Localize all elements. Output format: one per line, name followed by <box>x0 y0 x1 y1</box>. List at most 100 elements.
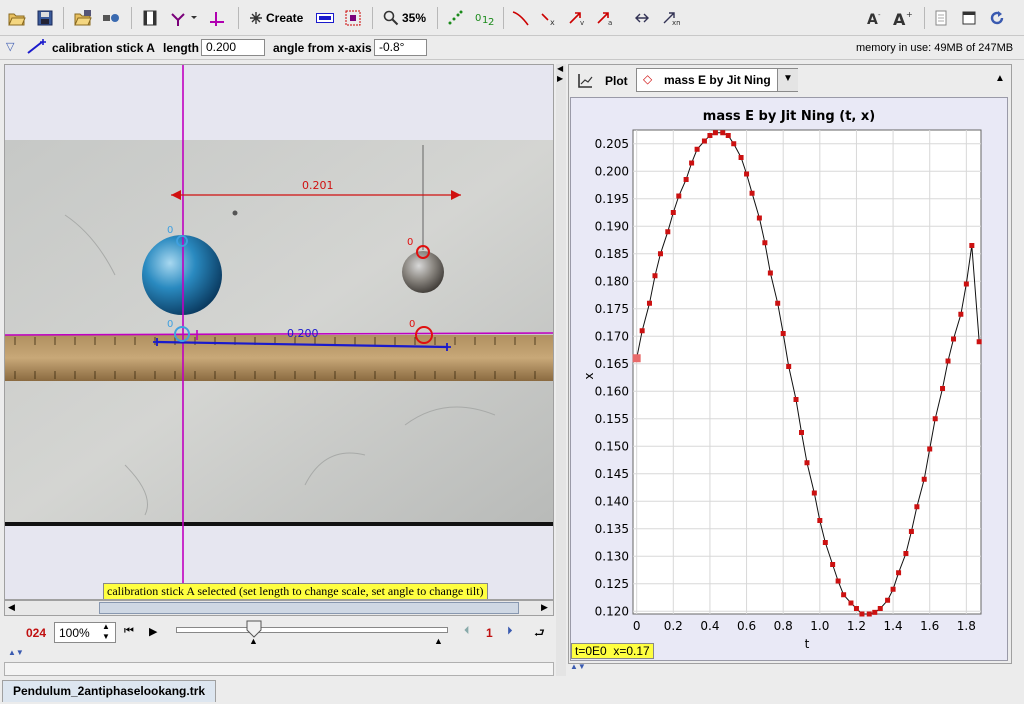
xm-vector-icon[interactable]: xm <box>662 9 680 27</box>
scroll-left-arrow-icon[interactable]: ◀ <box>8 602 15 613</box>
create-star-icon[interactable] <box>247 9 265 27</box>
coordinate-axes-icon[interactable] <box>170 9 198 27</box>
zoom-level-button[interactable]: 35% <box>402 11 426 25</box>
play-icon[interactable]: ▶ <box>149 625 157 638</box>
data-point <box>689 160 695 166</box>
step-size[interactable]: 1 <box>486 626 493 640</box>
calibration-stick-icon[interactable] <box>26 39 48 58</box>
window-icon[interactable] <box>960 9 978 27</box>
lower-splitter[interactable]: ▲▼ <box>4 648 554 660</box>
y-tick-label: 0.145 <box>595 467 629 481</box>
clip-settings-icon[interactable] <box>141 9 159 27</box>
data-point <box>963 281 969 287</box>
data-point <box>969 243 975 248</box>
open-folder-icon[interactable] <box>8 9 26 27</box>
chevron-down-icon: ▼ <box>783 73 793 84</box>
data-point <box>859 611 865 617</box>
svg-text:xm: xm <box>672 19 680 26</box>
length-field[interactable]: 0.200 <box>201 39 265 56</box>
decrease-font-icon[interactable]: A- <box>866 9 886 27</box>
refresh-icon[interactable] <box>988 9 1006 27</box>
chart-plot-background <box>632 129 982 615</box>
track-name-label[interactable]: calibration stick A <box>52 41 155 55</box>
coordinate-readout: t=0E0 x=0.17 <box>571 643 654 659</box>
video-frame[interactable]: 0.201 0.200 0 0 0 0 <box>5 65 554 600</box>
lower-table-strip[interactable] <box>4 662 554 676</box>
track-selector[interactable]: ◇ mass E by Jit Ning ▼ <box>636 68 798 92</box>
data-point <box>646 300 652 306</box>
frame-counter[interactable]: 024 <box>26 626 46 640</box>
scroll-right-arrow-icon[interactable]: ▶ <box>541 602 548 613</box>
video-horizontal-scrollbar[interactable]: ◀ ▶ <box>4 600 554 616</box>
video-panel[interactable]: 0.201 0.200 0 0 0 0 calibration stick A … <box>4 64 554 600</box>
zoom-magnifier-icon[interactable] <box>382 9 400 27</box>
file-tab[interactable]: Pendulum_2antiphaselookang.trk <box>2 680 217 702</box>
playback-slider-track[interactable] <box>176 627 448 633</box>
data-point <box>817 518 823 523</box>
momentum-icon[interactable] <box>634 9 652 27</box>
spinner-arrows-icon[interactable]: ▲ ▼ <box>102 622 110 642</box>
data-point <box>701 138 707 144</box>
plot-area[interactable]: mass E by Jit Ning (t, x) 0 0.2 0.4 0.6 0.8 1… <box>570 97 1008 661</box>
position-icon[interactable]: x <box>540 9 558 27</box>
step-back-icon[interactable]: ⏴ <box>464 625 470 638</box>
data-point <box>927 446 933 452</box>
data-point <box>958 311 964 317</box>
red-top-label: 0 <box>407 237 413 248</box>
x-axis-label: t <box>805 637 810 651</box>
data-point <box>670 210 676 215</box>
y-tick-label: 0.120 <box>595 604 629 618</box>
step-forward-icon[interactable]: ⏵ <box>507 625 513 638</box>
create-button[interactable]: Create <box>266 11 303 25</box>
velocity-icon[interactable]: v <box>568 9 586 27</box>
data-point <box>890 586 896 592</box>
blue-top-label: 0 <box>167 225 173 236</box>
video-filters-icon[interactable] <box>102 9 120 27</box>
blue-pendulum-bob <box>142 235 222 315</box>
notes-icon[interactable] <box>932 9 950 27</box>
acceleration-icon[interactable]: a <box>596 9 614 27</box>
autotracker-icon[interactable] <box>344 9 362 27</box>
axes-toggle-icon[interactable] <box>208 9 226 27</box>
trail-icon[interactable] <box>446 9 464 27</box>
data-point <box>976 339 982 345</box>
x-tick-label: 1.2 <box>847 619 866 633</box>
plot-label[interactable]: Plot <box>605 74 628 88</box>
angle-label: angle from x-axis <box>273 41 372 55</box>
x-tick-label: 1.8 <box>957 619 976 633</box>
end-marker-icon[interactable]: ▲ <box>434 636 443 646</box>
splitter-right-arrow-icon[interactable]: ▶ <box>557 74 563 83</box>
start-marker-icon[interactable]: ▲ <box>249 636 258 646</box>
plot-lower-splitter[interactable]: ▲▼ <box>570 662 610 674</box>
label-points-icon[interactable]: 012 <box>474 9 494 27</box>
collapse-triangle-icon[interactable]: ▽ <box>6 40 14 53</box>
data-point <box>786 364 792 369</box>
toolbar-separator <box>503 7 504 29</box>
open-video-icon[interactable] <box>74 9 92 27</box>
data-point <box>657 251 663 257</box>
dropdown-button[interactable]: ▼ <box>777 69 798 91</box>
loop-icon[interactable]: ⮐ <box>534 624 545 645</box>
wall-background <box>5 140 553 525</box>
y-tick-label: 0.160 <box>595 384 629 398</box>
save-icon[interactable] <box>36 9 54 27</box>
go-to-start-icon[interactable]: ⏮ <box>124 625 134 638</box>
toolbar-separator <box>238 7 239 29</box>
plot-graph-icon[interactable] <box>577 73 593 92</box>
track-control-icon[interactable] <box>316 9 334 27</box>
maximize-arrow-icon[interactable]: ▲ <box>995 73 1005 84</box>
x-tick-label: 0.6 <box>737 619 756 633</box>
x-tick-label: 0.2 <box>664 619 683 633</box>
chart-svg[interactable]: mass E by Jit Ning (t, x) 0 0.2 0.4 0.6 0.8 1… <box>571 98 1007 660</box>
pane-splitter[interactable]: ◀ ▶ <box>556 64 566 676</box>
increase-font-icon[interactable]: A + <box>892 9 914 27</box>
data-point <box>799 430 805 435</box>
angle-field[interactable]: -0.8° <box>374 39 427 56</box>
scroll-thumb[interactable] <box>99 602 519 614</box>
path-icon[interactable] <box>512 9 530 27</box>
plot-expand-icon[interactable]: ▲▼ <box>570 662 586 671</box>
expand-lower-icon[interactable]: ▲▼ <box>8 648 24 657</box>
splitter-left-arrow-icon[interactable]: ◀ <box>557 64 563 73</box>
y-axis-label: x <box>582 372 596 379</box>
data-point <box>877 606 883 611</box>
